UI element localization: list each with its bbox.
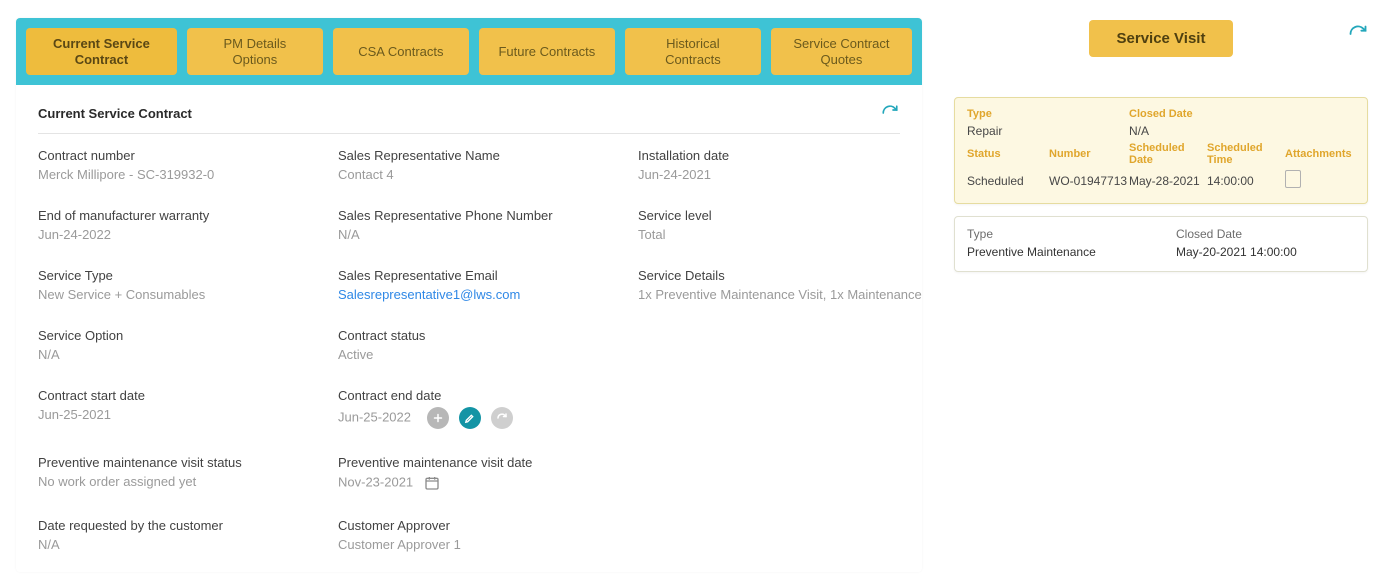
col-closed-date: Closed Date (1129, 108, 1355, 120)
field-customer-requested-date: Date requested by the customer N/A (38, 518, 338, 552)
visit-number-value: WO-01947713 (1049, 174, 1129, 188)
section-title: Current Service Contract (38, 106, 192, 121)
field-installation-date: Installation date Jun-24-2021 (638, 148, 938, 182)
simple-type-label: Type (967, 227, 1146, 241)
tab-current-service-contract[interactable]: Current Service Contract (26, 28, 177, 75)
col-status: Status (967, 148, 1049, 160)
simple-closed-label: Closed Date (1176, 227, 1355, 241)
field-sales-rep-name: Sales Representative Name Contact 4 (338, 148, 638, 182)
field-pm-status: Preventive maintenance visit status No w… (38, 455, 338, 492)
field-contract-status: Contract status Active (338, 328, 638, 362)
field-grid: Contract number Merck Millipore - SC-319… (16, 148, 922, 572)
visit-card-simple[interactable]: Type Preventive Maintenance Closed Date … (954, 216, 1368, 272)
sales-rep-email-link[interactable]: Salesrepresentative1@lws.com (338, 287, 638, 302)
tab-service-visit[interactable]: Service Visit (1089, 20, 1234, 57)
col-scheduled-time: Scheduled Time (1207, 142, 1285, 166)
col-type: Type (967, 108, 1049, 120)
edit-icon[interactable] (459, 407, 481, 429)
simple-type-value: Preventive Maintenance (967, 245, 1146, 259)
col-number: Number (1049, 148, 1129, 160)
field-contract-start: Contract start date Jun-25-2021 (38, 388, 338, 429)
tab-service-contract-quotes[interactable]: Service Contract Quotes (771, 28, 912, 75)
refresh-icon[interactable] (880, 103, 900, 123)
sync-icon[interactable] (491, 407, 513, 429)
field-pm-date: Preventive maintenance visit date Nov-23… (338, 455, 638, 492)
field-warranty-end: End of manufacturer warranty Jun-24-2022 (38, 208, 338, 242)
refresh-icon[interactable] (1348, 24, 1368, 44)
simple-closed-value: May-20-2021 14:00:00 (1176, 245, 1355, 259)
field-service-type: Service Type New Service + Consumables (38, 268, 338, 302)
field-service-option: Service Option N/A (38, 328, 338, 362)
visit-status-value: Scheduled (967, 174, 1049, 188)
field-contract-end: Contract end date Jun-25-2022 (338, 388, 638, 429)
contract-panel: Current Service Contract PM Details Opti… (16, 18, 922, 572)
visit-card-detailed[interactable]: Type Closed Date Repair N/A Status Numbe… (954, 97, 1368, 204)
col-scheduled-date: Scheduled Date (1129, 142, 1207, 166)
tab-pm-details-options[interactable]: PM Details Options (187, 28, 323, 75)
service-visit-panel: Service Visit Type Closed Date Repair N/… (948, 18, 1374, 572)
field-contract-number: Contract number Merck Millipore - SC-319… (38, 148, 338, 182)
tab-future-contracts[interactable]: Future Contracts (479, 28, 615, 75)
attachment-icon[interactable] (1285, 170, 1355, 191)
add-icon[interactable] (427, 407, 449, 429)
tab-historical-contracts[interactable]: Historical Contracts (625, 28, 761, 75)
field-service-details: Service Details 1x Preventive Maintenanc… (638, 268, 938, 302)
visit-type-value: Repair (967, 124, 1049, 138)
field-sales-rep-email: Sales Representative Email Salesrepresen… (338, 268, 638, 302)
field-sales-rep-phone: Sales Representative Phone Number N/A (338, 208, 638, 242)
visit-closed-value: N/A (1129, 124, 1355, 138)
visit-scheduled-time-value: 14:00:00 (1207, 174, 1285, 188)
calendar-icon[interactable] (423, 474, 441, 492)
field-service-level: Service level Total (638, 208, 938, 242)
section-divider (38, 133, 900, 134)
field-customer-approver: Customer Approver Customer Approver 1 (338, 518, 638, 552)
col-attachments: Attachments (1285, 148, 1355, 160)
tabs-bar: Current Service Contract PM Details Opti… (16, 18, 922, 85)
tab-csa-contracts[interactable]: CSA Contracts (333, 28, 469, 75)
visit-scheduled-date-value: May-28-2021 (1129, 174, 1207, 188)
